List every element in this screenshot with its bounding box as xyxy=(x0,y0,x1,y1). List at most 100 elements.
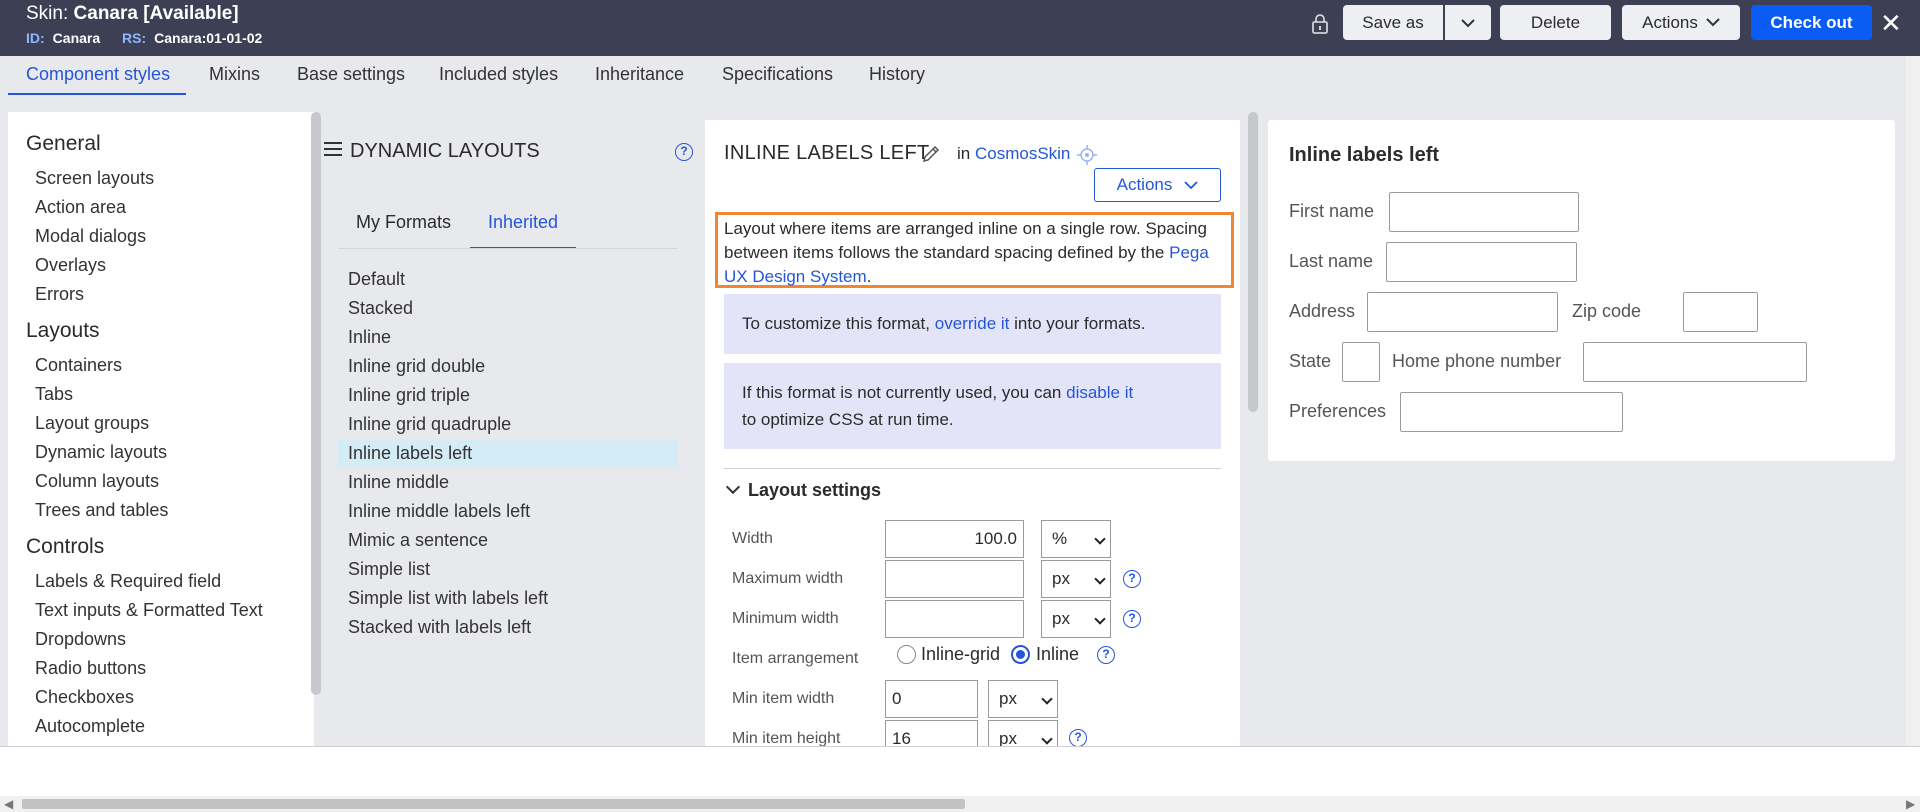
lock-icon[interactable] xyxy=(1310,13,1330,35)
nav-item[interactable]: Containers xyxy=(35,355,122,376)
nav-item[interactable]: Trees and tables xyxy=(35,500,168,521)
nav-scrollbar[interactable] xyxy=(311,112,321,695)
skin-link[interactable]: CosmosSkin xyxy=(975,144,1070,163)
format-actions-button[interactable]: Actions xyxy=(1094,168,1221,202)
nav-item[interactable]: Autocomplete xyxy=(35,716,145,737)
tab-my-formats[interactable]: My Formats xyxy=(356,212,451,247)
nav-item[interactable]: Errors xyxy=(35,284,84,305)
min-item-width-unit-value: px xyxy=(999,689,1017,708)
nav-item[interactable]: Overlays xyxy=(35,255,106,276)
customize-text: To customize this format, xyxy=(742,314,931,333)
tab-history[interactable]: History xyxy=(869,64,925,93)
help-icon[interactable]: ? xyxy=(1069,729,1087,746)
inline-radio[interactable] xyxy=(1011,645,1030,664)
disable-link[interactable]: disable it xyxy=(1066,383,1133,402)
nav-item[interactable]: Layout groups xyxy=(35,413,149,434)
min-width-input[interactable] xyxy=(885,600,1024,638)
override-link[interactable]: override it xyxy=(935,314,1010,333)
actions-button[interactable]: Actions xyxy=(1622,5,1740,40)
tab-component-styles[interactable]: Component styles xyxy=(8,64,187,95)
nav-item-dynamic-layouts[interactable]: Dynamic layouts xyxy=(35,442,167,463)
tab-mixins[interactable]: Mixins xyxy=(209,64,260,93)
nav-item[interactable]: Labels & Required field xyxy=(35,571,221,592)
format-item[interactable]: Simple list xyxy=(338,555,678,584)
close-icon[interactable]: ✕ xyxy=(1880,8,1906,38)
min-item-height-input[interactable]: 16 xyxy=(885,720,978,746)
target-icon[interactable] xyxy=(1076,144,1098,166)
nav-item[interactable]: Modal dialogs xyxy=(35,226,146,247)
max-width-label: Maximum width xyxy=(732,570,844,587)
nav-item[interactable]: Text inputs & Formatted Text xyxy=(35,600,263,621)
save-as-button[interactable]: Save as xyxy=(1343,5,1443,40)
format-item[interactable]: Inline middle labels left xyxy=(338,497,678,526)
min-item-width-input[interactable]: 0 xyxy=(885,680,978,718)
format-item[interactable]: Inline middle xyxy=(338,468,678,497)
detail-scrollbar[interactable] xyxy=(1248,112,1258,412)
format-item[interactable]: Inline grid double xyxy=(338,352,678,381)
delete-button[interactable]: Delete xyxy=(1500,5,1611,40)
tab-inheritance[interactable]: Inheritance xyxy=(595,64,684,93)
format-item[interactable]: Mimic a sentence xyxy=(338,526,678,555)
rule-tabs: Component styles Mixins Base settings In… xyxy=(0,56,1920,98)
format-item[interactable]: Inline grid quadruple xyxy=(338,410,678,439)
nav-item[interactable]: Action area xyxy=(35,197,126,218)
inline-grid-radio[interactable] xyxy=(897,645,916,664)
inline-grid-label: Inline-grid xyxy=(921,644,1001,664)
help-icon[interactable]: ? xyxy=(1097,646,1115,664)
min-item-width-unit-select[interactable]: px xyxy=(988,680,1058,718)
help-icon[interactable]: ? xyxy=(675,143,693,161)
format-item[interactable]: Simple list with labels left xyxy=(338,584,678,613)
customize-text-end: into your formats. xyxy=(1014,314,1146,333)
home-phone-input[interactable] xyxy=(1583,342,1807,382)
nav-item[interactable]: Column layouts xyxy=(35,471,159,492)
format-item[interactable]: Inline grid triple xyxy=(338,381,678,410)
nav-item[interactable]: Screen layouts xyxy=(35,168,154,189)
window-vertical-scrollbar[interactable] xyxy=(1906,56,1920,796)
format-item[interactable]: Stacked with labels left xyxy=(338,613,678,642)
max-width-input[interactable] xyxy=(885,560,1024,598)
first-name-input[interactable] xyxy=(1389,192,1579,232)
format-item[interactable]: Stacked xyxy=(338,294,678,323)
min-item-height-unit-select[interactable]: px xyxy=(988,720,1058,746)
help-icon[interactable]: ? xyxy=(1123,610,1141,628)
nav-item[interactable]: Radio buttons xyxy=(35,658,146,679)
format-item[interactable]: Default xyxy=(338,265,678,294)
address-input[interactable] xyxy=(1367,292,1558,332)
tab-specifications[interactable]: Specifications xyxy=(722,64,833,93)
max-width-unit-value: px xyxy=(1052,569,1070,588)
tab-included-styles[interactable]: Included styles xyxy=(439,64,558,93)
hamburger-icon[interactable] xyxy=(324,142,342,156)
state-input[interactable] xyxy=(1342,342,1380,382)
tab-base-settings[interactable]: Base settings xyxy=(297,64,405,93)
last-name-input[interactable] xyxy=(1386,242,1577,282)
format-item-selected[interactable]: Inline labels left xyxy=(338,439,678,468)
zip-code-label: Zip code xyxy=(1572,301,1642,321)
check-out-button[interactable]: Check out xyxy=(1751,5,1872,40)
tab-inherited[interactable]: Inherited xyxy=(470,212,577,249)
horizontal-scroll-thumb[interactable] xyxy=(22,799,965,809)
layout-settings-header[interactable]: Layout settings xyxy=(724,479,881,501)
min-item-height-unit-value: px xyxy=(999,729,1017,746)
dynamic-layouts-title: DYNAMIC LAYOUTS xyxy=(350,140,540,162)
horizontal-scrollbar[interactable]: ◀ ▶ xyxy=(0,796,1920,812)
zip-code-input[interactable] xyxy=(1683,292,1758,332)
skin-ids: ID: Canara RS: Canara:01-01-02 xyxy=(26,30,280,46)
nav-item[interactable]: Checkboxes xyxy=(35,687,134,708)
nav-item[interactable]: Tabs xyxy=(35,384,73,405)
width-input[interactable]: 100.0 xyxy=(885,520,1024,558)
dynamic-layouts-panel: DYNAMIC LAYOUTS ? My Formats Inherited D… xyxy=(322,112,702,746)
nav-item[interactable]: Dropdowns xyxy=(35,629,126,650)
format-item[interactable]: Inline xyxy=(338,323,678,352)
pencil-icon[interactable] xyxy=(921,144,941,164)
min-width-unit-select[interactable]: px xyxy=(1041,600,1111,638)
actions-label: Actions xyxy=(1642,12,1698,32)
format-actions-label: Actions xyxy=(1116,175,1173,194)
preferences-input[interactable] xyxy=(1400,392,1623,432)
help-icon[interactable]: ? xyxy=(1123,570,1141,588)
chevron-down-icon xyxy=(725,479,741,495)
scroll-left-icon[interactable]: ◀ xyxy=(4,797,13,811)
save-as-dropdown-button[interactable] xyxy=(1445,5,1491,40)
max-width-unit-select[interactable]: px xyxy=(1041,560,1111,598)
scroll-right-icon[interactable]: ▶ xyxy=(1906,797,1915,811)
width-unit-select[interactable]: % xyxy=(1041,520,1111,558)
